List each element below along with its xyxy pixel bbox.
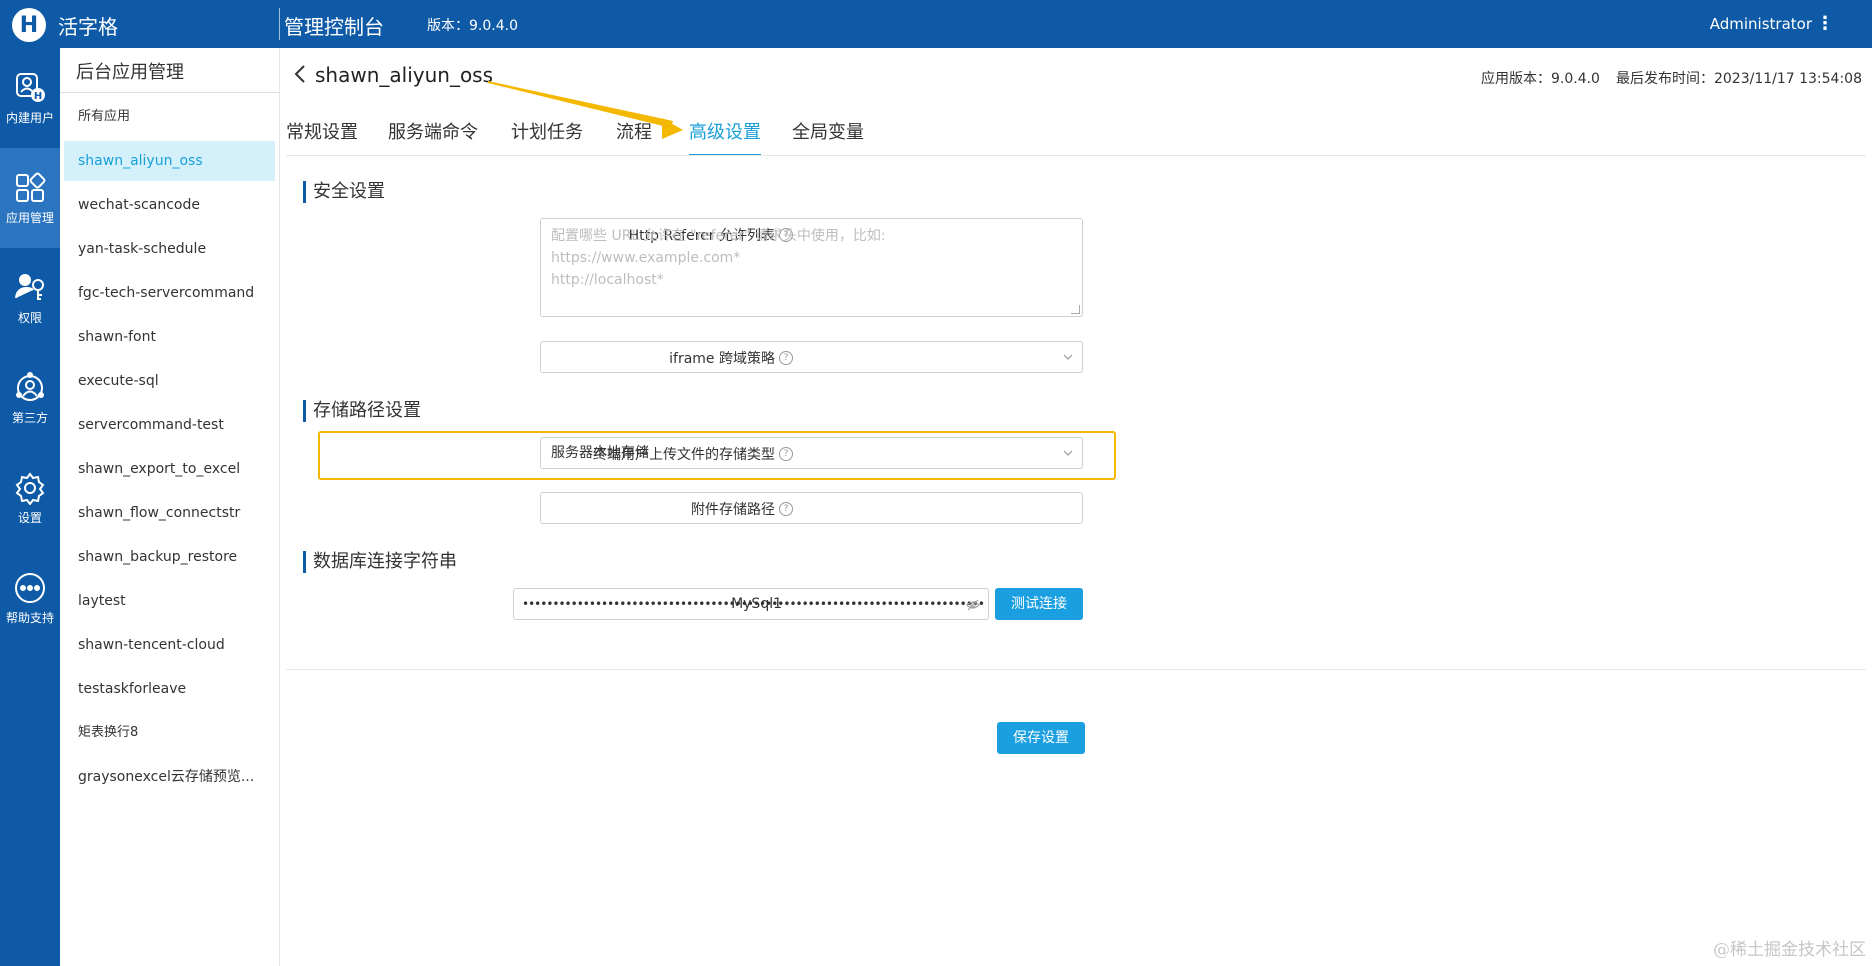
app-version: 应用版本：9.0.4.0 <box>1480 71 1600 87</box>
top-divider <box>279 8 280 40</box>
tab-scheduled-tasks[interactable]: 计划任务 <box>511 118 583 154</box>
nav-third-party[interactable]: 第三方 <box>0 348 60 448</box>
nav-rail: H 内建用户 应用管理 权限 第三方 设置 帮助支持 <box>0 48 60 966</box>
app-list-item[interactable]: servercommand-test <box>64 405 275 445</box>
users-icon: H <box>16 72 45 102</box>
nav-help-support[interactable]: 帮助支持 <box>0 548 60 648</box>
svg-text:H: H <box>34 91 42 102</box>
app-list-item[interactable]: wechat-scancode <box>64 185 275 225</box>
mysql-connection-input[interactable]: ••••••••••••••••••••••••••••••••••••••••… <box>513 588 989 620</box>
watermark: @稀土掘金技术社区 <box>1713 940 1866 960</box>
app-list-item[interactable]: shawn-tencent-cloud <box>64 625 275 665</box>
password-value: ••••••••••••••••••••••••••••••••••••••••… <box>522 597 985 611</box>
footer-divider <box>286 669 1866 670</box>
back-arrow-icon[interactable] <box>292 62 308 86</box>
app-list-item[interactable]: laytest <box>64 581 275 621</box>
app-list-item[interactable]: testaskforleave <box>64 669 275 709</box>
test-connection-button[interactable]: 测试连接 <box>995 588 1083 620</box>
nav-label: 权限 <box>17 310 42 325</box>
console-title: 管理控制台 <box>284 15 384 39</box>
nav-permission[interactable]: 权限 <box>0 248 60 348</box>
main-content: shawn_aliyun_oss 应用版本：9.0.4.0 最后发布时间：2023… <box>280 48 1872 966</box>
user-menu[interactable]: Administrator <box>1710 15 1812 33</box>
app-list-item[interactable]: shawn_export_to_excel <box>64 449 275 489</box>
chevron-down-icon <box>1063 450 1073 456</box>
app-list-item[interactable]: shawn_backup_restore <box>64 537 275 577</box>
third-party-icon <box>16 371 44 401</box>
app-list-item[interactable]: execute-sql <box>64 361 275 401</box>
nav-label: 设置 <box>17 510 42 525</box>
attachment-path-input[interactable] <box>540 492 1083 524</box>
tab-advanced[interactable]: 高级设置 <box>689 118 761 156</box>
tab-server-commands[interactable]: 服务端命令 <box>388 118 478 154</box>
top-bar: H 活字格 管理控制台 版本：9.0.4.0 Administrator ⋮ <box>0 0 1872 48</box>
gear-icon <box>15 471 45 505</box>
nav-settings[interactable]: 设置 <box>0 448 60 548</box>
app-list-item[interactable]: graysonexcel云存储预览... <box>64 757 275 797</box>
more-circle-icon <box>15 572 45 603</box>
placeholder-line: 配置哪些 URL 允许在 "referer" 请求头中使用，比如: <box>551 228 886 244</box>
select-value: 服务器本地存储 <box>551 445 649 461</box>
more-vertical-icon[interactable]: ⋮ <box>1816 13 1834 34</box>
app-list-item[interactable]: shawn-font <box>64 317 275 357</box>
version-label: 版本：9.0.4.0 <box>427 18 518 34</box>
tab-global-variables[interactable]: 全局变量 <box>792 118 864 154</box>
app-meta: 应用版本：9.0.4.0 最后发布时间：2023/11/17 13:54:08 <box>1481 68 1862 88</box>
nav-label: 第三方 <box>11 410 48 425</box>
placeholder-line: https://www.example.com* <box>551 250 741 266</box>
tab-workflow[interactable]: 流程 <box>616 118 652 154</box>
save-settings-button[interactable]: 保存设置 <box>997 722 1085 754</box>
referer-textarea[interactable]: 配置哪些 URL 允许在 "referer" 请求头中使用，比如: https:… <box>540 218 1083 317</box>
app-list-panel: 后台应用管理 所有应用 shawn_aliyun_oss wechat-scan… <box>60 48 280 966</box>
nav-builtin-users[interactable]: H 内建用户 <box>0 48 60 148</box>
nav-label: 帮助支持 <box>5 610 54 625</box>
app-list-title: 后台应用管理 <box>76 62 184 83</box>
nav-label: 应用管理 <box>5 210 54 225</box>
app-list-item[interactable]: shawn_aliyun_oss <box>64 141 275 181</box>
brand-name: 活字格 <box>58 15 118 39</box>
chevron-down-icon <box>1063 354 1073 360</box>
app-list-item[interactable]: 矩表换行8 <box>64 713 275 753</box>
tab-general[interactable]: 常规设置 <box>286 118 358 154</box>
app-list-item[interactable]: fgc-tech-servercommand <box>64 273 275 313</box>
resize-handle-icon[interactable] <box>1071 305 1080 314</box>
nav-label: 内建用户 <box>5 110 54 125</box>
last-publish-time: 最后发布时间：2023/11/17 13:54:08 <box>1615 71 1862 87</box>
page-title: shawn_aliyun_oss <box>315 63 494 87</box>
tabs-divider <box>286 155 1866 156</box>
logo-icon: H <box>12 8 46 42</box>
apps-icon <box>16 172 46 202</box>
iframe-policy-select[interactable] <box>540 341 1083 373</box>
app-list-item[interactable]: yan-task-schedule <box>64 229 275 269</box>
storage-type-select[interactable]: 服务器本地存储 <box>540 437 1083 469</box>
section-storage: 存储路径设置 <box>303 400 421 422</box>
eye-off-icon[interactable] <box>966 598 980 612</box>
divider <box>60 92 279 93</box>
section-security: 安全设置 <box>303 181 385 203</box>
app-list-item[interactable]: shawn_flow_connectstr <box>64 493 275 533</box>
app-list-item[interactable]: 所有应用 <box>64 97 275 137</box>
placeholder-line: http://localhost* <box>551 272 664 288</box>
section-database: 数据库连接字符串 <box>303 551 457 573</box>
nav-app-management[interactable]: 应用管理 <box>0 148 60 248</box>
permission-icon <box>15 273 44 300</box>
